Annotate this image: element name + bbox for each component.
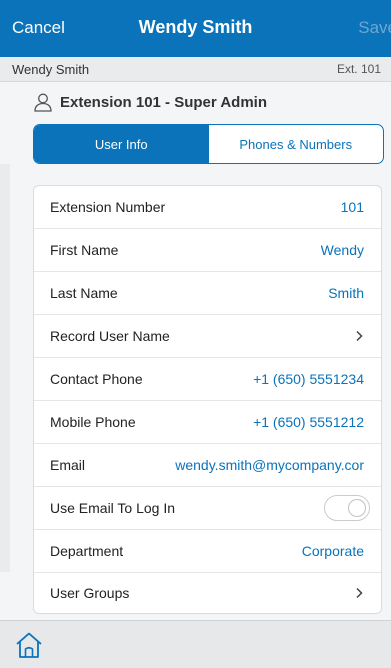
extension-heading-text: Extension 101 - Super Admin [60,93,267,111]
home-icon[interactable] [14,631,44,659]
tab-user-info[interactable]: User Info [34,125,209,163]
left-gutter [0,164,10,572]
extension-heading: Extension 101 - Super Admin [0,82,391,122]
user-name-label: Wendy Smith [12,61,90,77]
row-label: Use Email To Log In [50,500,176,516]
email-login-toggle[interactable] [324,495,370,521]
user-icon [34,93,52,112]
row-label: Contact Phone [50,371,143,387]
row-label: Email [50,457,86,473]
top-navigation-bar: Cancel Wendy Smith Save [0,0,391,57]
row-label: Department [50,543,124,559]
row-first-name[interactable]: First Name Wendy [34,229,381,272]
row-value: Wendy [320,242,364,258]
row-label: Mobile Phone [50,414,136,430]
row-mobile-phone[interactable]: Mobile Phone +1 (650) 5551212 [34,401,381,444]
row-label: First Name [50,242,119,258]
row-value: wendy.smith@mycompany.cor [175,457,364,473]
tab-phones-numbers[interactable]: Phones & Numbers [209,125,384,163]
row-email[interactable]: Email wendy.smith@mycompany.cor [34,444,381,487]
row-value: +1 (650) 5551212 [253,414,364,430]
row-value: 101 [340,199,364,215]
cancel-button[interactable]: Cancel [12,18,65,38]
chevron-right-icon [356,587,363,599]
row-value: Corporate [301,543,364,559]
row-extension-number[interactable]: Extension Number 101 [34,186,381,229]
main-content: Extension 101 - Super Admin User Info Ph… [0,82,391,620]
segmented-control: User Info Phones & Numbers [33,124,384,164]
bottom-tab-bar [0,620,391,668]
row-user-groups[interactable]: User Groups [34,573,381,613]
chevron-right-icon [356,330,363,342]
row-last-name[interactable]: Last Name Smith [34,272,381,315]
user-info-card: Extension Number 101 First Name Wendy La… [33,185,382,614]
row-use-email-to-log-in: Use Email To Log In [34,487,381,530]
user-subheader: Wendy Smith Ext. 101 [0,57,391,82]
row-label: User Groups [50,585,130,601]
toggle-knob [348,499,366,517]
row-contact-phone[interactable]: Contact Phone +1 (650) 5551234 [34,358,381,401]
row-record-user-name[interactable]: Record User Name [34,315,381,358]
extension-label: Ext. 101 [336,62,381,76]
save-button[interactable]: Save [358,18,391,38]
row-department[interactable]: Department Corporate [34,530,381,573]
row-value: Smith [328,285,364,301]
row-label: Record User Name [50,328,170,344]
row-label: Last Name [50,285,118,301]
row-label: Extension Number [50,199,166,215]
row-value: +1 (650) 5551234 [253,371,364,387]
